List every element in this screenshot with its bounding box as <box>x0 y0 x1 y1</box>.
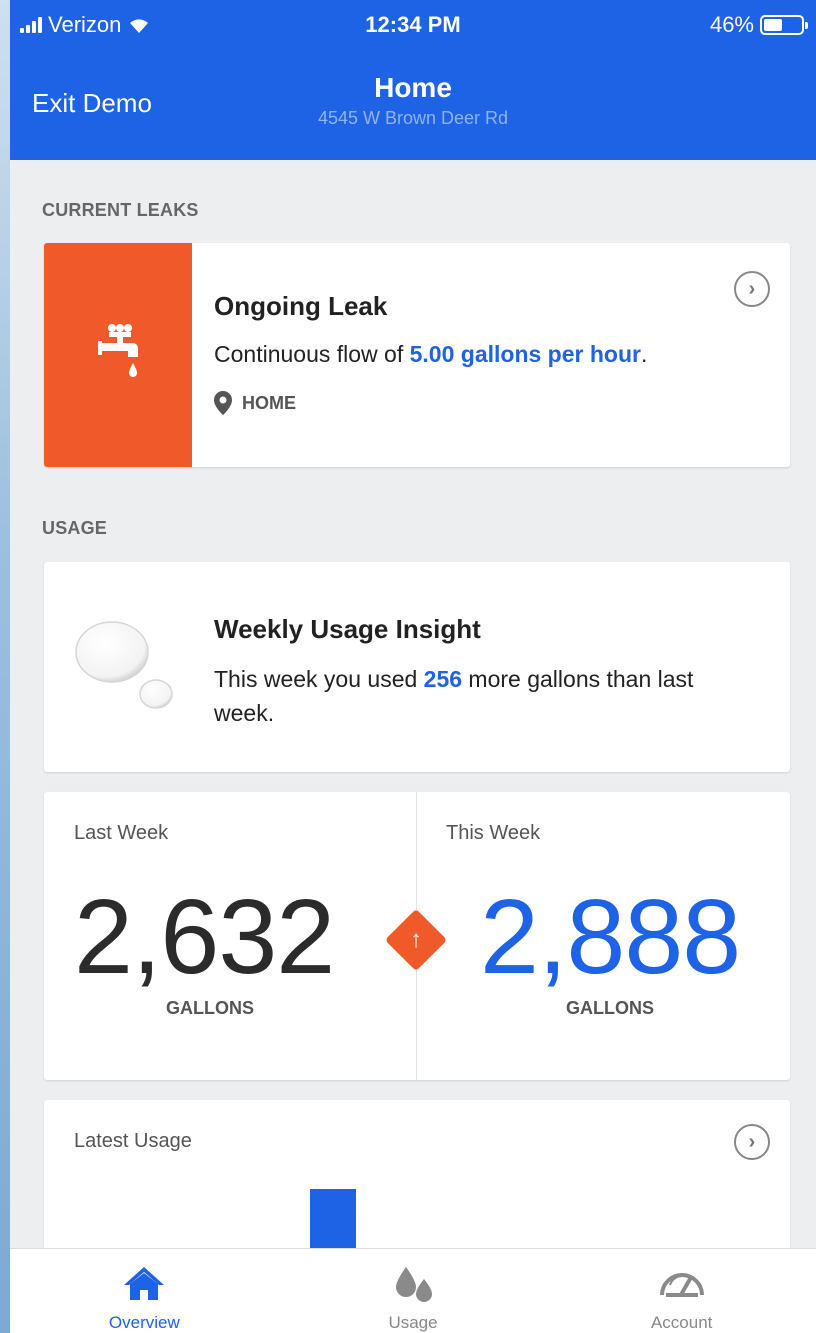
droplets-icon <box>396 1267 432 1302</box>
trend-indicator: ↑ <box>384 908 448 972</box>
leak-description: Continuous flow of 5.00 gallons per hour… <box>214 341 647 368</box>
this-week-label: This Week <box>446 822 541 844</box>
header-title-group: Home 4545 W Brown Deer Rd <box>10 72 816 129</box>
arrow-up-icon: ↑ <box>410 926 422 953</box>
last-week-label: Last Week <box>74 822 169 844</box>
battery-info: 46% <box>709 12 808 38</box>
last-week-value: 2,632 <box>74 878 335 996</box>
leak-card[interactable]: Ongoing Leak Continuous flow of 5.00 gal… <box>44 243 790 467</box>
location-pin-icon <box>214 391 232 415</box>
home-icon <box>124 1267 165 1300</box>
faucet-icon <box>98 324 138 377</box>
tab-overview[interactable]: Overview <box>10 1249 279 1333</box>
tab-usage[interactable]: Usage <box>279 1249 548 1333</box>
page-subtitle: 4545 W Brown Deer Rd <box>317 108 509 128</box>
this-week-value: 2,888 <box>480 878 741 996</box>
tab-account[interactable]: Account <box>547 1249 816 1333</box>
tab-account-label: Account <box>650 1313 713 1332</box>
page-title: Home <box>374 72 452 103</box>
tab-usage-label: Usage <box>388 1313 438 1332</box>
insight-text: This week you used 256 more gallons than… <box>214 662 754 730</box>
water-drops-icon <box>75 621 173 709</box>
leak-content: Ongoing Leak Continuous flow of 5.00 gal… <box>192 243 790 467</box>
header-bar: Verizon 12:34 PM 46% Exit Demo Home 4545… <box>10 0 816 160</box>
current-leaks-label: CURRENT LEAKS <box>42 200 199 220</box>
leak-location: HOME <box>214 391 296 415</box>
this-week-unit: GALLONS <box>566 998 654 1018</box>
app-screen: Verizon 12:34 PM 46% Exit Demo Home 4545… <box>10 0 816 1333</box>
latest-usage-title: Latest Usage <box>74 1130 192 1152</box>
gauge-icon <box>659 1273 704 1297</box>
leak-desc-suffix: . <box>640 341 648 367</box>
battery-icon <box>760 15 808 35</box>
chevron-right-icon[interactable]: › <box>734 1124 770 1160</box>
leak-desc-prefix: Continuous flow of <box>214 341 410 367</box>
tab-overview-label: Overview <box>108 1313 180 1332</box>
leak-location-label: HOME <box>242 392 296 413</box>
insight-text-prefix: This week you used <box>214 666 424 692</box>
last-week-unit: GALLONS <box>166 998 254 1018</box>
insight-title: Weekly Usage Insight <box>214 614 481 644</box>
status-bar: Verizon 12:34 PM 46% <box>10 0 816 52</box>
usage-label: USAGE <box>42 518 108 538</box>
status-time: 12:34 PM <box>365 12 461 37</box>
insight-gallons-diff: 256 <box>423 666 463 692</box>
leak-flow-rate: 5.00 gallons per hour <box>409 341 641 367</box>
leak-icon-panel <box>44 243 192 467</box>
weekly-insight-card[interactable]: Weekly Usage Insight This week you used … <box>44 562 790 772</box>
bottom-tab-bar: Overview Usage Account <box>10 1248 816 1333</box>
chevron-right-icon[interactable]: › <box>734 271 770 307</box>
leak-title: Ongoing Leak <box>214 291 388 321</box>
battery-percent: 46% <box>709 12 754 37</box>
weekly-comparison-card: Last Week 2,632 GALLONS ↑ This Week 2,88… <box>44 792 790 1080</box>
